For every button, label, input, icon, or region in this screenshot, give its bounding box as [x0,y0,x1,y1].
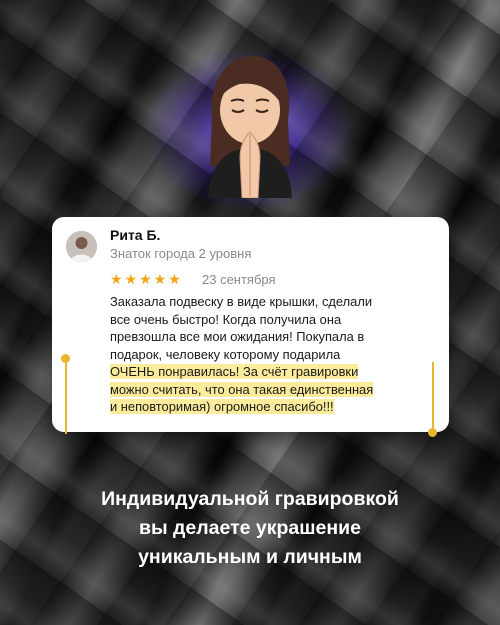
caption: Индивидуальной гравировкой вы делаете ук… [0,485,500,572]
caption-line: Индивидуальной гравировкой [101,488,399,510]
caption-line: уникальным и личным [138,546,362,568]
review-text: Заказала подвеску в виде крышки, сделали… [110,293,440,416]
review-card: Рита Б. Знаток города 2 уровня ★★★★★ 23 … [52,217,449,432]
review-date: 23 сентября [202,272,276,287]
author-name[interactable]: Рита Б. [110,227,160,243]
highlight-start-line [65,358,67,434]
review-line: все очень быстро! Когда получила она [110,311,342,327]
rating-stars: ★★★★★ [110,271,183,287]
review-line: превзошла все мои ожидания! Покупала в [110,329,365,344]
review-line-highlighted: можно считать, что она такая единственна… [110,381,374,397]
highlight-end-line [432,362,434,430]
praying-memoji-icon [208,56,292,198]
review-line-highlighted: и неповторимая) огромное спасибо!!! [110,399,334,414]
highlight-end-handle[interactable] [428,428,437,437]
review-line: подарок, человеку которому подарила [110,346,341,362]
review-line-highlighted: ОЧЕНЬ понравилась! За счёт гравировки [110,364,359,379]
caption-line: вы делаете украшение [139,517,361,539]
user-photo-icon [66,231,97,262]
user-avatar[interactable] [66,231,97,262]
review-line: Заказала подвеску в виде крышки, сделали [110,294,373,309]
author-status: Знаток города 2 уровня [110,246,252,261]
page: { "review": { "author_name": "Рита Б.", … [0,0,500,625]
